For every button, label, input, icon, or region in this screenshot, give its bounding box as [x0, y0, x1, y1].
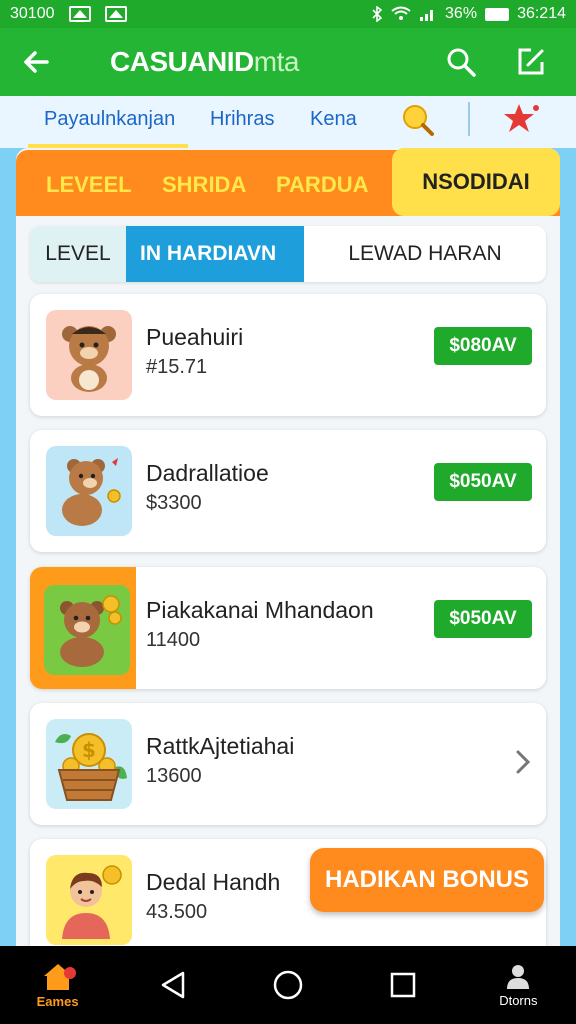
nav-profile[interactable]: Dtorns	[486, 953, 550, 1017]
coin-basket-icon: $	[46, 719, 132, 809]
nav-recents[interactable]	[371, 953, 435, 1017]
chevron-right-icon[interactable]	[514, 749, 532, 775]
battery-percent: 36%	[445, 5, 478, 22]
bluetooth-icon	[372, 6, 383, 22]
list-item[interactable]: Pueahuiri #15.71 $080AV	[30, 294, 546, 416]
notification-icon	[68, 6, 91, 22]
subnav-item-payaulnkanjan[interactable]: Payaulnkanjan	[44, 108, 175, 131]
category-tab-shrida[interactable]: SHRIDA	[162, 172, 246, 198]
nav-back[interactable]	[141, 953, 205, 1017]
magnifier-icon[interactable]	[400, 102, 436, 138]
bottom-navigation: Eames Dtorns	[0, 946, 576, 1024]
nav-profile-label: Dtorns	[499, 992, 538, 1008]
segment-control: LEVEL IN HARDIAVN LEWAD HARAN	[30, 226, 546, 282]
subnav-item-kena[interactable]: Kena	[310, 108, 357, 131]
triangle-back-icon	[161, 971, 185, 999]
segment-level[interactable]: LEVEL	[30, 226, 126, 282]
star-icon[interactable]	[502, 102, 540, 136]
profile-icon	[507, 964, 530, 989]
app-bar: CASUANIDmta	[0, 28, 576, 96]
item-amount: 13600	[146, 765, 202, 787]
item-name: Pueahuiri	[146, 324, 244, 350]
category-tabs: LEVEEL SHRIDA PARDUA NSODIDAI	[16, 148, 560, 216]
category-tab-pardua[interactable]: PARDUA	[276, 172, 368, 198]
svg-text:$: $	[82, 738, 96, 762]
app-title-light: mta	[253, 46, 300, 77]
item-amount: 43.500	[146, 901, 208, 923]
status-time-right: 36:214	[517, 5, 566, 22]
category-tab-leveel[interactable]: LEVEEL	[46, 172, 132, 198]
item-action-button[interactable]: $080AV	[434, 327, 532, 365]
battery-icon	[485, 7, 510, 21]
wifi-icon	[391, 6, 411, 20]
image-icon	[104, 6, 127, 22]
status-bar: 30100 36% 36:214	[0, 0, 576, 28]
item-name: Piakakanai Mhandaon	[146, 597, 374, 623]
bear-coin-icon	[46, 446, 132, 536]
signal-icon	[420, 10, 434, 21]
item-name: RattkAjtetiahai	[146, 733, 295, 759]
nav-home-circle[interactable]	[256, 953, 320, 1017]
item-amount: $3300	[146, 492, 202, 514]
notification-dot	[63, 967, 76, 979]
sub-nav: Payaulnkanjan Hrihras Kena	[0, 96, 576, 148]
back-button[interactable]	[0, 28, 72, 96]
item-amount: #15.71	[146, 356, 208, 378]
search-icon	[447, 48, 476, 77]
nav-home-label: Eames	[36, 993, 79, 1009]
circle-home-icon	[273, 970, 303, 1000]
subnav-item-hrihras[interactable]: Hrihras	[210, 108, 274, 131]
app-title: CASUANIDmta	[110, 46, 299, 78]
app-title-bold: CASUANID	[110, 46, 254, 77]
item-action-button[interactable]: $050AV	[434, 600, 532, 638]
list-item[interactable]: Dadrallatioe $3300 $050AV	[30, 430, 546, 552]
list-item[interactable]: $ RattkAjtetiahai 13600	[30, 703, 546, 825]
bear-avatar-icon	[46, 310, 132, 400]
edit-button[interactable]	[510, 41, 552, 83]
item-amount: 11400	[146, 629, 201, 651]
bear-coin-icon	[44, 585, 130, 675]
square-recents-icon	[390, 972, 416, 998]
item-name: Dedal Handh	[146, 869, 281, 895]
back-arrow-icon	[24, 51, 49, 73]
subnav-divider	[468, 102, 470, 136]
person-coin-icon	[46, 855, 132, 945]
segment-in-hardiavn[interactable]: IN HARDIAVN	[126, 226, 304, 282]
nav-home[interactable]: Eames	[26, 953, 90, 1017]
category-tab-nsodidai[interactable]: NSODIDAI	[392, 148, 560, 216]
bonus-button[interactable]: HADIKAN BONUS	[310, 848, 544, 912]
search-button[interactable]	[440, 41, 482, 83]
item-name: Dadrallatioe	[146, 460, 269, 486]
status-time-left: 30100	[10, 5, 55, 22]
segment-lewad-haran[interactable]: LEWAD HARAN	[304, 226, 546, 282]
edit-icon	[518, 48, 544, 75]
item-action-button[interactable]: $050AV	[434, 463, 532, 501]
list-item[interactable]: Piakakanai Mhandaon 11400 $050AV	[30, 567, 546, 689]
